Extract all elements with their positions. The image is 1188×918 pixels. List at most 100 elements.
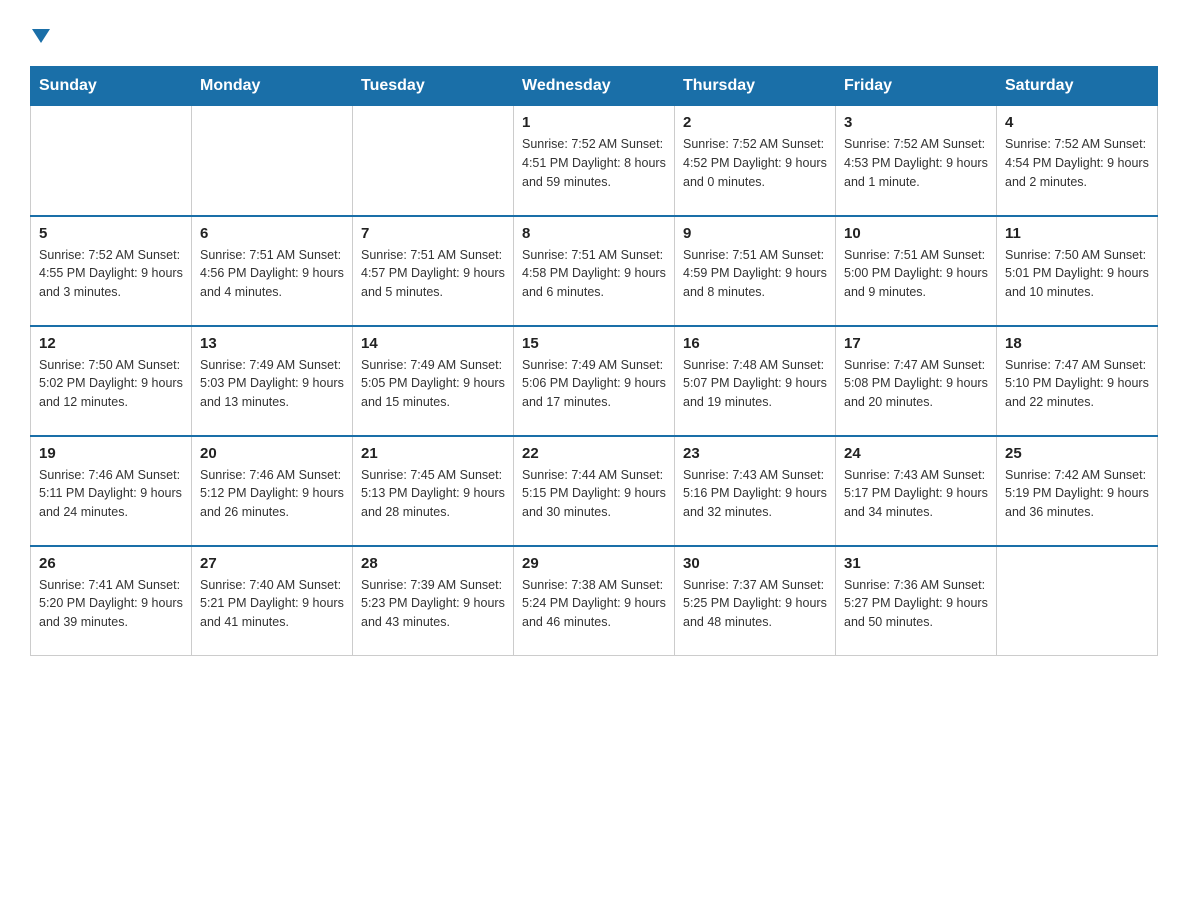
day-number: 8 xyxy=(522,225,666,242)
day-number: 12 xyxy=(39,335,183,352)
header-thursday: Thursday xyxy=(675,67,836,106)
day-info: Sunrise: 7:44 AM Sunset: 5:15 PM Dayligh… xyxy=(522,466,666,522)
header-tuesday: Tuesday xyxy=(353,67,514,106)
day-info: Sunrise: 7:51 AM Sunset: 4:59 PM Dayligh… xyxy=(683,246,827,302)
day-number: 27 xyxy=(200,555,344,572)
day-number: 16 xyxy=(683,335,827,352)
day-info: Sunrise: 7:51 AM Sunset: 5:00 PM Dayligh… xyxy=(844,246,988,302)
day-number: 15 xyxy=(522,335,666,352)
day-number: 9 xyxy=(683,225,827,242)
calendar-cell: 23 Sunrise: 7:43 AM Sunset: 5:16 PM Dayli… xyxy=(675,436,836,546)
day-number: 21 xyxy=(361,445,505,462)
day-info: Sunrise: 7:41 AM Sunset: 5:20 PM Dayligh… xyxy=(39,576,183,632)
header-saturday: Saturday xyxy=(997,67,1158,106)
header-sunday: Sunday xyxy=(31,67,192,106)
day-info: Sunrise: 7:45 AM Sunset: 5:13 PM Dayligh… xyxy=(361,466,505,522)
day-number: 13 xyxy=(200,335,344,352)
day-number: 29 xyxy=(522,555,666,572)
calendar-cell: 3Sunrise: 7:52 AM Sunset: 4:53 PM Daylig… xyxy=(836,106,997,216)
day-info: Sunrise: 7:39 AM Sunset: 5:23 PM Dayligh… xyxy=(361,576,505,632)
calendar-cell: 27 Sunrise: 7:40 AM Sunset: 5:21 PM Dayli… xyxy=(192,546,353,656)
calendar-header: Sunday Monday Tuesday Wednesday Thursday… xyxy=(31,67,1158,106)
calendar-cell: 8 Sunrise: 7:51 AM Sunset: 4:58 PM Daylig… xyxy=(514,216,675,326)
calendar-cell: 26 Sunrise: 7:41 AM Sunset: 5:20 PM Dayli… xyxy=(31,546,192,656)
calendar-cell: 1Sunrise: 7:52 AM Sunset: 4:51 PM Daylig… xyxy=(514,106,675,216)
calendar-cell: 5Sunrise: 7:52 AM Sunset: 4:55 PM Daylig… xyxy=(31,216,192,326)
calendar-cell: 13 Sunrise: 7:49 AM Sunset: 5:03 PM Dayli… xyxy=(192,326,353,436)
calendar-cell xyxy=(192,106,353,216)
day-number: 25 xyxy=(1005,445,1149,462)
calendar-cell xyxy=(353,106,514,216)
calendar-cell: 6 Sunrise: 7:51 AM Sunset: 4:56 PM Daylig… xyxy=(192,216,353,326)
logo-general-text xyxy=(30,20,50,48)
day-info: Sunrise: 7:50 AM Sunset: 5:01 PM Dayligh… xyxy=(1005,246,1149,302)
header-wednesday: Wednesday xyxy=(514,67,675,106)
day-info: Sunrise: 7:47 AM Sunset: 5:10 PM Dayligh… xyxy=(1005,356,1149,412)
day-info: Sunrise: 7:52 AM Sunset: 4:55 PM Dayligh… xyxy=(39,246,183,302)
day-number: 23 xyxy=(683,445,827,462)
day-info: Sunrise: 7:51 AM Sunset: 4:57 PM Dayligh… xyxy=(361,246,505,302)
calendar-cell: 18 Sunrise: 7:47 AM Sunset: 5:10 PM Dayli… xyxy=(997,326,1158,436)
calendar-cell: 24 Sunrise: 7:43 AM Sunset: 5:17 PM Dayli… xyxy=(836,436,997,546)
calendar-cell: 10 Sunrise: 7:51 AM Sunset: 5:00 PM Dayli… xyxy=(836,216,997,326)
day-info: Sunrise: 7:46 AM Sunset: 5:12 PM Dayligh… xyxy=(200,466,344,522)
calendar-week-1: 1Sunrise: 7:52 AM Sunset: 4:51 PM Daylig… xyxy=(31,106,1158,216)
calendar-table: Sunday Monday Tuesday Wednesday Thursday… xyxy=(30,66,1158,656)
day-info: Sunrise: 7:52 AM Sunset: 4:51 PM Dayligh… xyxy=(522,135,666,191)
day-number: 24 xyxy=(844,445,988,462)
day-info: Sunrise: 7:47 AM Sunset: 5:08 PM Dayligh… xyxy=(844,356,988,412)
header-friday: Friday xyxy=(836,67,997,106)
calendar-cell: 30Sunrise: 7:37 AM Sunset: 5:25 PM Dayli… xyxy=(675,546,836,656)
day-info: Sunrise: 7:43 AM Sunset: 5:17 PM Dayligh… xyxy=(844,466,988,522)
day-number: 30 xyxy=(683,555,827,572)
calendar-week-4: 19 Sunrise: 7:46 AM Sunset: 5:11 PM Dayli… xyxy=(31,436,1158,546)
header-monday: Monday xyxy=(192,67,353,106)
logo xyxy=(30,20,50,48)
day-number: 26 xyxy=(39,555,183,572)
logo-triangle-icon xyxy=(32,20,50,48)
day-number: 31 xyxy=(844,555,988,572)
page-header xyxy=(30,20,1158,48)
day-info: Sunrise: 7:51 AM Sunset: 4:58 PM Dayligh… xyxy=(522,246,666,302)
day-number: 11 xyxy=(1005,225,1149,242)
calendar-cell: 16 Sunrise: 7:48 AM Sunset: 5:07 PM Dayli… xyxy=(675,326,836,436)
day-number: 4 xyxy=(1005,114,1149,131)
calendar-cell: 29 Sunrise: 7:38 AM Sunset: 5:24 PM Dayli… xyxy=(514,546,675,656)
header-row: Sunday Monday Tuesday Wednesday Thursday… xyxy=(31,67,1158,106)
day-info: Sunrise: 7:48 AM Sunset: 5:07 PM Dayligh… xyxy=(683,356,827,412)
day-info: Sunrise: 7:51 AM Sunset: 4:56 PM Dayligh… xyxy=(200,246,344,302)
day-info: Sunrise: 7:40 AM Sunset: 5:21 PM Dayligh… xyxy=(200,576,344,632)
calendar-cell: 9 Sunrise: 7:51 AM Sunset: 4:59 PM Daylig… xyxy=(675,216,836,326)
day-info: Sunrise: 7:42 AM Sunset: 5:19 PM Dayligh… xyxy=(1005,466,1149,522)
day-number: 2 xyxy=(683,114,827,131)
day-info: Sunrise: 7:49 AM Sunset: 5:05 PM Dayligh… xyxy=(361,356,505,412)
calendar-week-3: 12 Sunrise: 7:50 AM Sunset: 5:02 PM Dayli… xyxy=(31,326,1158,436)
day-number: 14 xyxy=(361,335,505,352)
day-info: Sunrise: 7:52 AM Sunset: 4:54 PM Dayligh… xyxy=(1005,135,1149,191)
day-number: 10 xyxy=(844,225,988,242)
calendar-cell: 20 Sunrise: 7:46 AM Sunset: 5:12 PM Dayli… xyxy=(192,436,353,546)
day-number: 19 xyxy=(39,445,183,462)
calendar-cell: 4 Sunrise: 7:52 AM Sunset: 4:54 PM Daylig… xyxy=(997,106,1158,216)
day-info: Sunrise: 7:52 AM Sunset: 4:53 PM Dayligh… xyxy=(844,135,988,191)
day-number: 6 xyxy=(200,225,344,242)
day-info: Sunrise: 7:46 AM Sunset: 5:11 PM Dayligh… xyxy=(39,466,183,522)
day-info: Sunrise: 7:52 AM Sunset: 4:52 PM Dayligh… xyxy=(683,135,827,191)
calendar-cell: 2 Sunrise: 7:52 AM Sunset: 4:52 PM Daylig… xyxy=(675,106,836,216)
day-number: 18 xyxy=(1005,335,1149,352)
calendar-cell: 7Sunrise: 7:51 AM Sunset: 4:57 PM Daylig… xyxy=(353,216,514,326)
day-info: Sunrise: 7:36 AM Sunset: 5:27 PM Dayligh… xyxy=(844,576,988,632)
day-number: 17 xyxy=(844,335,988,352)
calendar-week-2: 5Sunrise: 7:52 AM Sunset: 4:55 PM Daylig… xyxy=(31,216,1158,326)
calendar-body: 1Sunrise: 7:52 AM Sunset: 4:51 PM Daylig… xyxy=(31,106,1158,656)
day-info: Sunrise: 7:38 AM Sunset: 5:24 PM Dayligh… xyxy=(522,576,666,632)
day-info: Sunrise: 7:50 AM Sunset: 5:02 PM Dayligh… xyxy=(39,356,183,412)
day-number: 20 xyxy=(200,445,344,462)
day-info: Sunrise: 7:43 AM Sunset: 5:16 PM Dayligh… xyxy=(683,466,827,522)
calendar-cell: 25 Sunrise: 7:42 AM Sunset: 5:19 PM Dayli… xyxy=(997,436,1158,546)
day-info: Sunrise: 7:49 AM Sunset: 5:06 PM Dayligh… xyxy=(522,356,666,412)
day-number: 22 xyxy=(522,445,666,462)
calendar-week-5: 26 Sunrise: 7:41 AM Sunset: 5:20 PM Dayli… xyxy=(31,546,1158,656)
calendar-cell xyxy=(997,546,1158,656)
day-info: Sunrise: 7:49 AM Sunset: 5:03 PM Dayligh… xyxy=(200,356,344,412)
